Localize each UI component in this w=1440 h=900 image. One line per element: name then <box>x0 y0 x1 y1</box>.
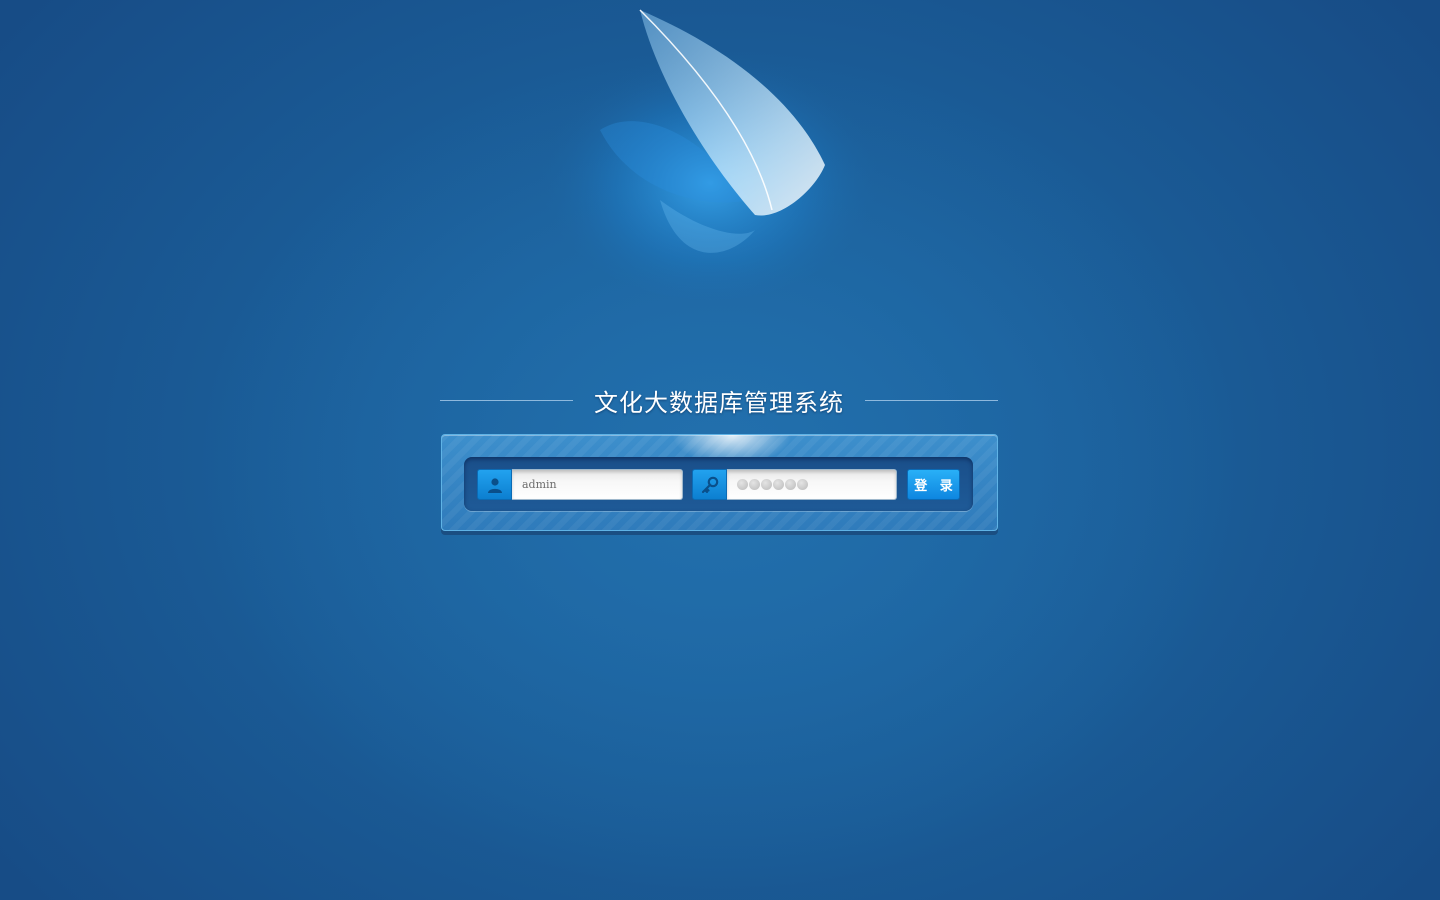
title-divider-left <box>440 399 573 401</box>
password-dot <box>785 479 796 490</box>
page-title: 文化大数据库管理系统 <box>594 388 844 417</box>
title-divider-right <box>865 399 998 401</box>
password-dot <box>761 479 772 490</box>
login-panel: admin 登 录 <box>441 434 998 531</box>
username-input[interactable]: admin <box>512 469 683 500</box>
password-field[interactable] <box>692 469 897 500</box>
password-dot <box>773 479 784 490</box>
password-input[interactable] <box>727 469 897 500</box>
login-button[interactable]: 登 录 <box>907 469 960 500</box>
user-icon <box>477 469 512 500</box>
feather-decoration-icon <box>540 0 880 300</box>
password-mask <box>737 479 808 490</box>
title-row: 文化大数据库管理系统 <box>440 380 998 420</box>
password-dot <box>749 479 760 490</box>
username-field[interactable]: admin <box>477 469 683 500</box>
key-icon <box>692 469 727 500</box>
password-dot <box>797 479 808 490</box>
password-dot <box>737 479 748 490</box>
login-form: admin 登 录 <box>464 457 973 511</box>
